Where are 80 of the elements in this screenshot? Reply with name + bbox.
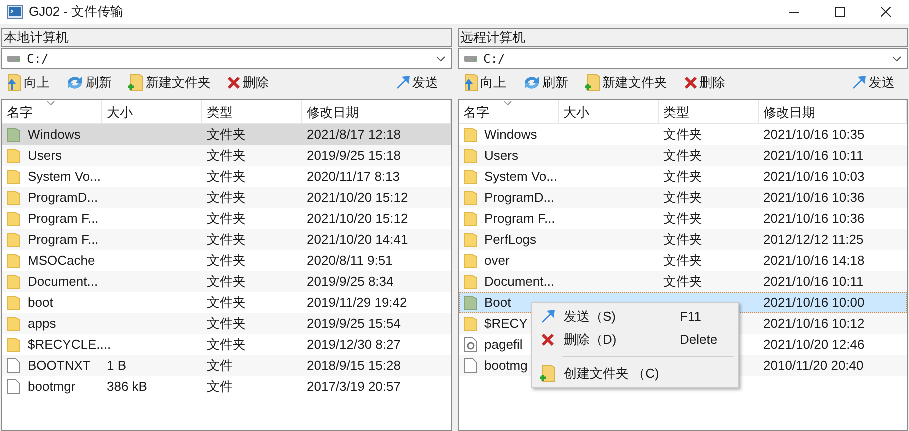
file-name: PerfLogs [484, 230, 537, 249]
file-type: 文件 [207, 358, 233, 373]
file-type: 文件夹 [664, 232, 702, 247]
modified-date: 2019/11/29 19:42 [307, 294, 408, 310]
modified-date: 2020/8/11 9:51 [307, 252, 393, 268]
file-size: 1 B [107, 358, 127, 373]
modified-date: 2020/11/17 8:13 [307, 168, 400, 184]
modified-date: 2021/10/16 10:11 [764, 148, 864, 163]
file-type: 文件夹 [207, 190, 246, 205]
file-type: 文件夹 [664, 126, 702, 142]
modified-date: 2019/9/25 8:34 [307, 274, 394, 289]
modified-date: 2018/9/15 15:28 [307, 358, 401, 373]
modified-date: 2021/10/16 10:36 [764, 190, 865, 205]
modified-date: 2019/9/25 15:54 [307, 316, 401, 331]
file-name: Program F... [28, 230, 99, 249]
file-type: 文件夹 [664, 168, 702, 184]
file-type: 文件夹 [207, 232, 246, 247]
file-name: System Vo... [484, 168, 558, 186]
modified-date: 2019/9/25 15:18 [307, 148, 401, 163]
file-name: Users [28, 146, 62, 165]
modified-date: 2021/10/20 15:12 [307, 210, 408, 226]
file-name: $RECY [484, 314, 528, 333]
file-name: ProgramD... [28, 188, 98, 207]
modified-date: 2021/10/20 15:12 [307, 190, 408, 205]
file-name: Program F... [484, 210, 556, 228]
file-name: Document... [28, 272, 98, 291]
file-type: 文件夹 [207, 336, 246, 352]
modified-date: 2021/10/20 14:41 [307, 232, 408, 247]
modified-date: 2021/10/16 10:11 [764, 274, 864, 289]
file-type: 文件夹 [207, 252, 246, 268]
file-type: 文件夹 [664, 210, 702, 226]
modified-date: 2019/12/30 8:27 [307, 336, 401, 352]
file-type: 文件夹 [207, 168, 246, 184]
modified-date: 2021/10/16 10:12 [764, 316, 865, 331]
modified-date: 2021/10/16 10:36 [764, 210, 865, 226]
menu-shortcut: Delete [680, 330, 718, 349]
file-type: 文件夹 [664, 252, 702, 268]
path-text: C:/ [27, 50, 50, 68]
menu-shortcut: F11 [680, 308, 702, 326]
modified-date: 2010/11/20 20:40 [764, 358, 864, 373]
modified-date: 2021/10/20 12:46 [764, 336, 865, 352]
file-name: boot [28, 294, 54, 312]
modified-date: 2021/8/17 12:18 [307, 126, 401, 142]
file-name: Windows [28, 126, 81, 144]
modified-date: 2012/12/12 11:25 [764, 232, 864, 247]
pane-title: 本地计算机 [1, 28, 452, 47]
file-type: 文件夹 [207, 126, 246, 142]
file-name: Users [484, 146, 518, 165]
modified-date: 2021/10/16 10:00 [764, 294, 865, 310]
file-name: Windows [484, 126, 538, 144]
file-type: 文件夹 [207, 148, 246, 163]
file-type: 文件夹 [207, 316, 246, 331]
file-type: 文件 [207, 378, 233, 394]
modified-date: 2021/10/16 10:35 [764, 126, 865, 142]
file-name: BOOTNXT [28, 356, 91, 375]
path-text: C:/ [484, 50, 506, 68]
file-name: pagefil [484, 336, 523, 354]
modified-date: 2017/3/19 20:57 [307, 378, 401, 394]
file-name: $RECYCLE.... [28, 336, 112, 354]
file-type: 文件夹 [207, 210, 246, 226]
file-name: MSOCache [28, 252, 96, 270]
modified-date: 2021/10/16 14:18 [764, 252, 865, 268]
pane-title: 远程计算机 [458, 28, 908, 47]
file-type: 文件夹 [664, 148, 702, 163]
file-size: 386 kB [107, 378, 148, 394]
file-name: Program F... [28, 210, 99, 228]
file-type: 文件夹 [664, 274, 702, 289]
file-name: over [484, 252, 510, 270]
modified-date: 2021/10/16 10:03 [764, 168, 865, 184]
file-name: bootmgr [28, 378, 76, 396]
file-type: 文件夹 [207, 294, 246, 310]
file-name: System Vo... [28, 168, 101, 186]
file-name: Document... [484, 272, 555, 291]
file-type: 文件夹 [664, 190, 702, 205]
file-name: ProgramD... [484, 188, 555, 207]
file-name: Boot [484, 294, 512, 312]
window-title: GJ02 - 文件传输 [29, 3, 124, 22]
file-type: 文件夹 [207, 274, 246, 289]
file-name: bootmg [484, 356, 528, 375]
file-name: apps [28, 314, 56, 333]
